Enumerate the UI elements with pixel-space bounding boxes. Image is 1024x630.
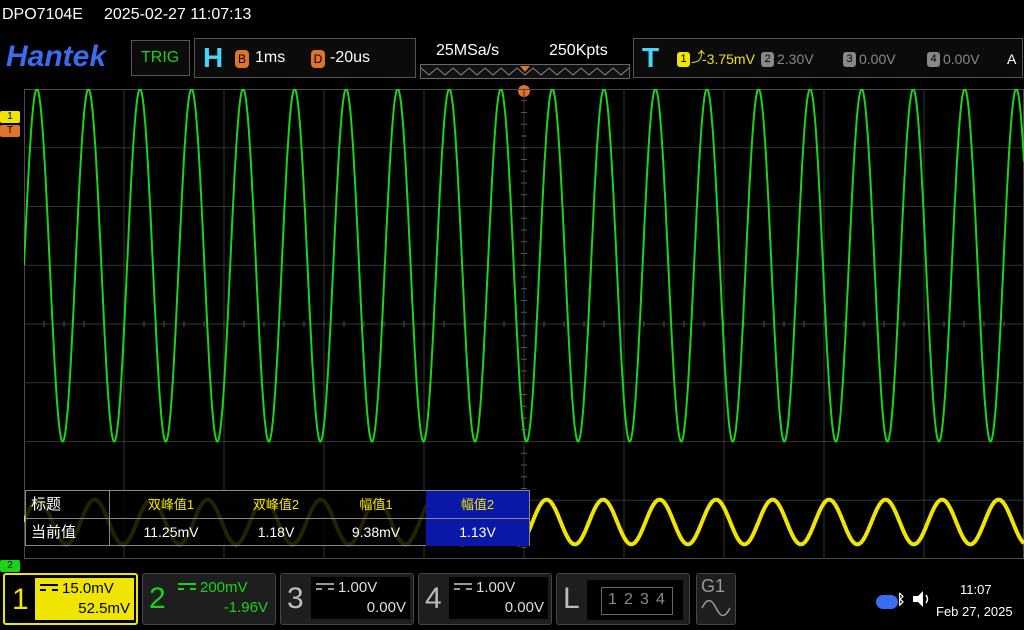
memory-overview-wave (420, 66, 630, 76)
logic-bit: 1 (608, 591, 617, 608)
ch3-trigger-level: 0.00V (859, 51, 896, 67)
horizontal-icon: H (203, 42, 224, 73)
measurement-header-row: 标题 双峰值1 双峰值2 幅值1 幅值2 (26, 491, 529, 518)
ch3-readout: 1.00V 0.00V (311, 577, 410, 619)
trigger-level-marker[interactable]: T (0, 125, 20, 137)
measurement-title-label: 标题 (26, 491, 110, 518)
ch2-waveform (24, 89, 1024, 443)
system-tray: ᛒ 11:07 Feb 27, 2025 (872, 581, 1022, 625)
ch2-trigger-level: 2.30V (777, 51, 814, 67)
speaker-icon[interactable] (912, 590, 932, 608)
measurement-value: 11.25mV (143, 524, 199, 540)
ch4-trigger-tag: 4 (927, 52, 940, 67)
ch2-scale: 200mV (200, 579, 248, 596)
ch4-scale: 1.00V (476, 579, 516, 596)
dc-coupling-icon (178, 583, 196, 591)
measurement-value: 1.13V (426, 519, 529, 546)
logic-bits: 1 2 3 4 (601, 587, 673, 615)
ch4-settings[interactable]: 4 1.00V 0.00V (418, 573, 552, 625)
ch4-trigger-level: 0.00V (943, 51, 980, 67)
usb-icon[interactable] (876, 595, 898, 609)
ch4-readout: 1.00V 0.00V (449, 577, 548, 619)
ch1-settings[interactable]: 1 15.0mV 52.5mV (3, 573, 138, 625)
sample-rate: 25MSa/s (436, 42, 500, 59)
delay-value: -20us (330, 49, 371, 66)
ch1-level-marker[interactable]: 1 (0, 111, 20, 123)
system-time: 11:07 (960, 582, 992, 597)
measurement-table[interactable]: 标题 双峰值1 双峰值2 幅值1 幅值2 当前值 11.25mV 1.18V 9… (25, 490, 530, 546)
measurement-value-row: 当前值 11.25mV 1.18V 9.38mV 1.13V (26, 518, 529, 546)
ch2-settings[interactable]: 2 200mV -1.96V (142, 573, 276, 625)
ch2-number: 2 (149, 582, 166, 615)
ch2-offset: -1.96V (223, 599, 268, 616)
dc-coupling-icon (316, 583, 334, 591)
dc-coupling-icon (40, 584, 58, 592)
measurement-column[interactable]: 幅值1 (326, 491, 426, 518)
ch3-number: 3 (287, 582, 304, 615)
timebase-tag: B (235, 50, 249, 68)
logic-label: L (563, 582, 580, 615)
delay-tag: D (311, 50, 325, 68)
dc-coupling-icon (454, 583, 472, 591)
trigger-icon: T (642, 42, 660, 73)
record-length: 250Kpts (549, 42, 608, 59)
usb-icon-glyph: ᛒ (897, 591, 906, 607)
logic-bit: 3 (640, 591, 649, 608)
logic-bit: 2 (624, 591, 633, 608)
memory-overview-strip[interactable] (420, 64, 630, 79)
ch2-level-marker[interactable]: 2 (0, 560, 20, 572)
waveform-display[interactable] (24, 89, 1024, 559)
generator-label: G1 (701, 576, 726, 596)
sine-wave-icon (701, 600, 731, 616)
waveform-traces (24, 89, 1024, 547)
trigger-mode: A (1007, 51, 1017, 67)
memory-position-icon (520, 66, 530, 72)
ch1-readout: 15.0mV 52.5mV (35, 578, 134, 620)
ch3-settings[interactable]: 3 1.00V 0.00V (280, 573, 414, 625)
logic-bits-panel: 1 2 3 4 (587, 580, 683, 620)
ch3-trigger-tag: 3 (843, 52, 856, 67)
brand-logo: Hantek (6, 40, 107, 73)
logic-analyzer-button[interactable]: L 1 2 3 4 (556, 573, 690, 625)
status-bar: DPO7104E 2025-02-27 11:07:13 (0, 0, 1024, 34)
ch1-offset: 52.5mV (78, 600, 130, 617)
trig-button-label: TRIG (141, 49, 180, 66)
measurement-value: 1.18V (257, 524, 295, 540)
trigger-source-tag: 1 (677, 52, 690, 67)
logic-bit: 4 (656, 591, 665, 608)
measurement-column[interactable]: 幅值2 (426, 491, 529, 518)
trigger-panel[interactable]: T 1 ⤴ -3.75mV 2 2.30V 3 0.00V 4 0.00V A (633, 38, 1023, 78)
timebase-value: 1ms (255, 49, 286, 66)
ch1-number: 1 (12, 583, 29, 616)
datetime: 2025-02-27 11:07:13 (104, 6, 252, 23)
ch4-number: 4 (425, 582, 442, 615)
ch2-readout: 200mV -1.96V (173, 577, 272, 619)
trig-button[interactable]: TRIG (131, 40, 190, 76)
measurement-column[interactable]: 双峰值2 (226, 491, 326, 518)
ch1-scale: 15.0mV (62, 580, 114, 597)
ch3-scale: 1.00V (338, 579, 378, 596)
measurement-row-label: 当前值 (26, 519, 110, 546)
model-name: DPO7104E (2, 6, 83, 23)
system-date: Feb 27, 2025 (936, 604, 1013, 619)
generator-button[interactable]: G1 (696, 573, 736, 625)
horizontal-panel[interactable]: H B 1ms D -20us (194, 38, 416, 78)
measurement-column[interactable]: 双峰值1 (121, 491, 221, 518)
measurement-value: 9.38mV (351, 524, 401, 540)
ch2-trigger-tag: 2 (761, 52, 774, 67)
ch4-offset: 0.00V (504, 599, 544, 616)
trigger-level: -3.75mV (702, 51, 755, 67)
ch3-offset: 0.00V (366, 599, 406, 616)
